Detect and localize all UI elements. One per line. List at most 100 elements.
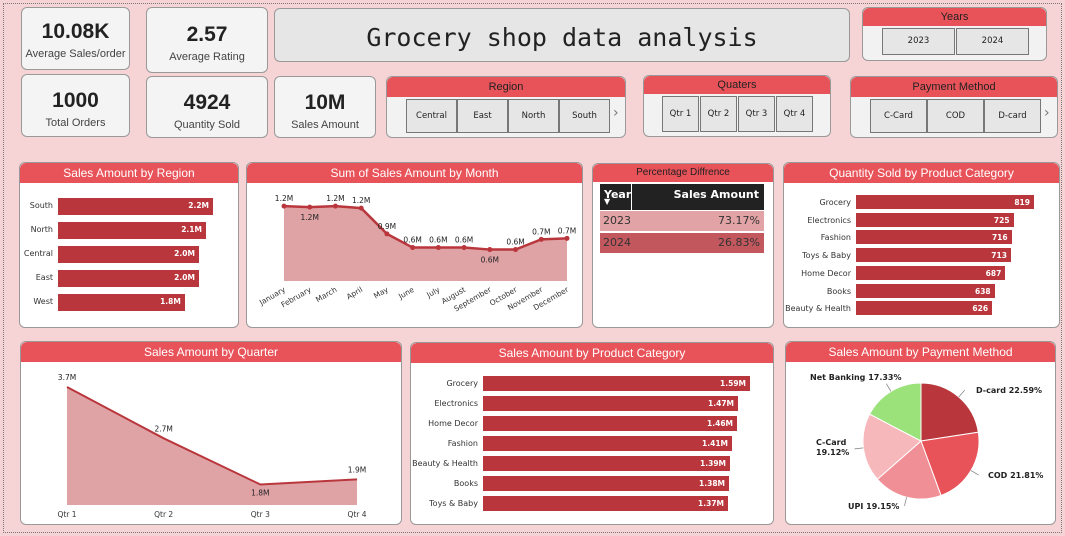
x-tick-label: March [314, 285, 339, 304]
data-label: 0.6M [506, 238, 524, 247]
kpi-value: 10.08K [41, 20, 110, 43]
row-value: 26.83% [718, 236, 760, 249]
slice-label: COD 21.81% [988, 471, 1043, 480]
category-label: Home Decor [428, 419, 478, 428]
year-option-2023[interactable]: 2023 [882, 28, 955, 55]
data-point [538, 236, 544, 242]
data-label: 819 [1014, 198, 1030, 207]
category-label: North [30, 225, 53, 234]
data-label: 0.6M [429, 236, 447, 245]
kpi-value: 10M [304, 91, 346, 114]
slice-label: 19.12% [816, 448, 849, 457]
pie-slice [920, 382, 979, 442]
data-label: 1.38M [699, 479, 725, 488]
data-label: 1.2M [352, 196, 370, 205]
region-option-south[interactable]: South [559, 99, 610, 133]
payment-chart-panel: Sales Amount by Payment Method D-card 22… [785, 341, 1056, 525]
data-point [410, 245, 416, 251]
pct-table-panel: Percentage Diffrence Year ▼ Sales Amount… [592, 163, 774, 328]
category-label: Central [23, 249, 53, 258]
data-label: 1.59M [720, 379, 746, 388]
x-tick-label: April [345, 285, 364, 301]
data-label: 713 [991, 251, 1007, 261]
chart-title: Percentage Diffrence [593, 164, 773, 182]
data-point [332, 203, 338, 209]
category-label: Beauty & Health [785, 304, 851, 314]
data-label: 1.39M [700, 459, 726, 468]
chart-title: Sales Amount by Product Category [411, 343, 773, 363]
data-label: 626 [972, 304, 989, 314]
data-point [461, 245, 467, 251]
category-label: South [29, 201, 53, 210]
category-label: Fashion [820, 233, 851, 243]
data-label: 1.2M [301, 213, 319, 222]
data-label: 3.7M [58, 373, 76, 382]
region-option-east[interactable]: East [457, 99, 508, 133]
quarter-option-2[interactable]: Qtr 2 [700, 96, 737, 132]
payment-option-dcard[interactable]: D-card [984, 99, 1041, 133]
quarter-option-3[interactable]: Qtr 3 [738, 96, 775, 132]
data-label: 2.2M [188, 201, 209, 210]
category-label: Beauty & Health [412, 459, 478, 468]
chevron-right-icon[interactable]: › [613, 105, 619, 121]
data-label: 1.8M [251, 488, 269, 497]
category-label: Electronics [434, 399, 478, 408]
data-label: 1.2M [275, 194, 293, 203]
leader-line [854, 447, 864, 450]
chart-title: Sales Amount by Payment Method [786, 342, 1055, 362]
x-tick-label: Qtr 1 [57, 510, 76, 519]
slicer-title: Years [863, 8, 1046, 26]
slicer-title: Quaters [644, 76, 830, 94]
chart-title: Sales Amount by Region [20, 163, 238, 183]
kpi-value: 4924 [183, 91, 231, 114]
data-point [307, 204, 313, 210]
quarter-option-1[interactable]: Qtr 1 [662, 96, 699, 132]
slicer-title: Region [387, 77, 625, 97]
data-label: 1.8M [160, 297, 181, 306]
region-option-north[interactable]: North [508, 99, 559, 133]
data-point [281, 203, 287, 209]
area-fill [67, 387, 357, 505]
data-point [435, 245, 441, 251]
slice-label: Net Banking 17.33% [810, 373, 902, 382]
kpi-avg-sales: 10.08K Average Sales/order [21, 7, 130, 70]
chart-title: Quantity Sold by Product Category [784, 163, 1059, 183]
quarter-option-4[interactable]: Qtr 4 [776, 96, 813, 132]
data-label: 0.6M [481, 256, 499, 265]
kpi-label: Average Rating [169, 51, 245, 63]
sort-down-icon[interactable]: ▼ [604, 197, 610, 206]
data-label: 716 [991, 233, 1008, 243]
leader-line [885, 383, 892, 392]
x-tick-label: Qtr 2 [154, 510, 173, 519]
month-chart-panel: Sum of Sales Amount by Month 1.2M January… [246, 162, 583, 328]
data-point [358, 205, 364, 211]
data-label: 0.9M [378, 222, 396, 231]
kpi-label: Quantity Sold [173, 119, 241, 131]
data-label: 0.7M [558, 226, 576, 235]
data-point [564, 235, 570, 241]
category-label: Toys & Baby [429, 499, 478, 508]
region-chart-panel: Sales Amount by Region South 2.2M North 2.1… [19, 162, 239, 328]
x-tick-label: February [279, 285, 313, 310]
table-row[interactable]: 2023 73.17% [600, 211, 764, 231]
category-label: Home Decor [801, 268, 851, 278]
quarter-chart-panel: Sales Amount by Quarter 3.7M Qtr 1 2.7M Qtr… [20, 341, 402, 525]
table-row[interactable]: 2024 26.83% [600, 233, 764, 253]
qty-chart-panel: Quantity Sold by Product Category Grocer… [783, 162, 1060, 328]
title-banner: Grocery shop data analysis [274, 8, 850, 62]
leader-line [958, 389, 965, 398]
year-option-2024[interactable]: 2024 [956, 28, 1029, 55]
quarter-area-chart: 3.7M Qtr 1 2.7M Qtr 2 1.8M Qtr 3 1.9M Qtr 4 [57, 373, 366, 519]
data-label: 1.46M [707, 419, 733, 428]
data-label: 0.7M [532, 227, 550, 236]
data-label: 1.2M [326, 194, 344, 203]
chevron-right-icon[interactable]: › [1044, 105, 1050, 121]
region-option-central[interactable]: Central [406, 99, 457, 133]
payment-option-ccard[interactable]: C-Card [870, 99, 927, 133]
payment-option-cod[interactable]: COD [927, 99, 984, 133]
month-area-chart: 1.2MJanuary1.2MFebruary1.2MMarch1.2MApri… [257, 194, 576, 313]
data-label: 2.1M [181, 225, 202, 234]
region-slicer: Region Central East North South › [386, 76, 626, 138]
table-header: Year ▼ Sales Amount [600, 184, 764, 210]
kpi-quantity-sold: 4924 Quantity Sold [146, 76, 268, 138]
